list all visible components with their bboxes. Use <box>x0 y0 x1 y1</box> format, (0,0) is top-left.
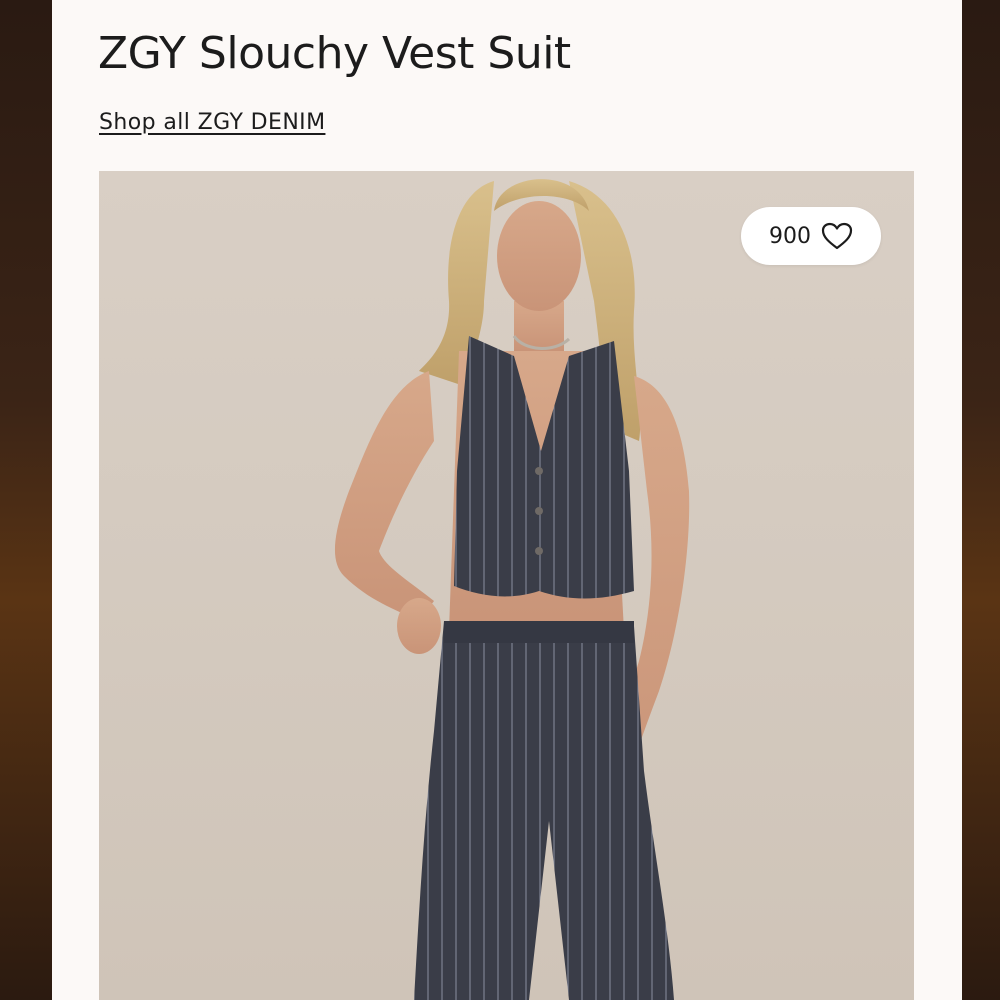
model-photo-illustration <box>334 179 690 1000</box>
favorite-button[interactable]: 900 <box>741 207 881 265</box>
product-page: ZGY Slouchy Vest Suit Shop all ZGY DENIM <box>52 0 962 1000</box>
heart-outline-icon <box>821 222 853 250</box>
favorite-count: 900 <box>769 223 811 249</box>
backdrop-right <box>962 0 1000 1000</box>
product-image[interactable] <box>99 171 914 1000</box>
backdrop-left <box>0 0 52 1000</box>
shop-all-brand-link[interactable]: Shop all ZGY DENIM <box>99 110 325 135</box>
product-title: ZGY Slouchy Vest Suit <box>98 28 571 79</box>
